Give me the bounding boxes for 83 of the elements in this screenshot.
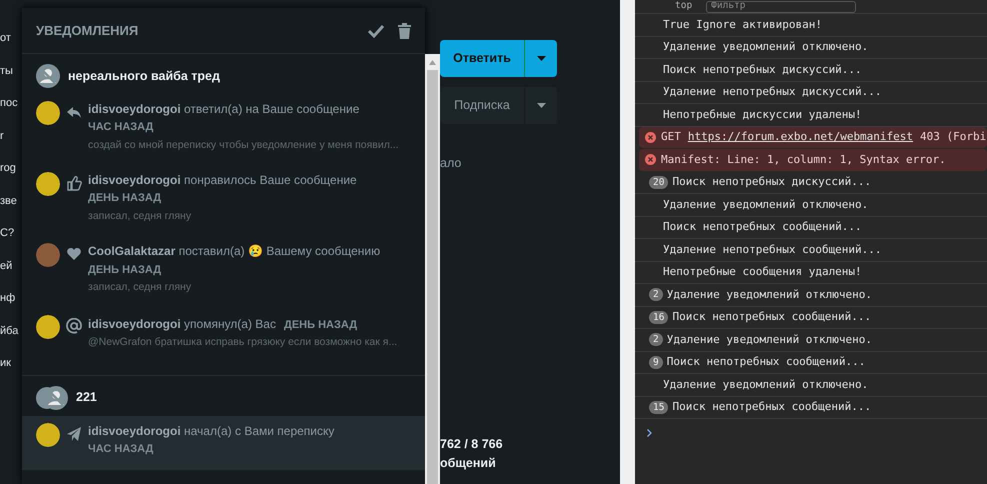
repeat-count-badge: 2 — [649, 288, 663, 302]
message-text: Непотребные сообщения удалены! — [663, 264, 862, 280]
notification-item[interactable]: idisvoeydorogoi начал(а) с Вами переписку ЧАС НАЗАД — [22, 416, 425, 470]
message-text: Поиск непотребных сообщений... — [672, 399, 872, 415]
thread-title[interactable]: 221 — [76, 388, 97, 407]
message-text: True Ignore активирован! — [663, 16, 822, 32]
url-link[interactable]: https://forum.exbo.net/webmanifest — [688, 129, 914, 146]
heart-icon — [66, 246, 82, 262]
checkmark-icon[interactable] — [368, 24, 384, 38]
reply-button[interactable]: Ответить — [440, 40, 524, 77]
page-text-fragment: r — [0, 128, 5, 144]
repeat-count-badge: 9 — [649, 356, 663, 369]
hidden-user-icon — [36, 64, 60, 88]
thread-title[interactable]: нереального вайба тред — [68, 66, 220, 86]
thumbs-up-icon — [66, 175, 82, 192]
error-icon — [645, 154, 656, 166]
message-text: Удаление уведомлений отключено. — [666, 286, 872, 302]
notification-text: CoolGalaktazar поставил(а) 😢 Вашему сообщению — [88, 243, 380, 260]
message-excerpt: записал, седня гляну — [88, 209, 192, 224]
message-text: Поиск непотребных сообщений... — [666, 354, 866, 370]
message-text: Удаление уведомлений отключено. — [663, 376, 868, 392]
page-text-fragment: ик — [0, 356, 12, 371]
context-selector[interactable]: top — [675, 0, 692, 14]
dropdown-caret-button[interactable] — [524, 40, 557, 77]
message-text: Удаление непотребных дискуссий... — [663, 84, 882, 100]
page-text-fragment: нф — [0, 291, 16, 306]
scroll-up-arrow-icon — [429, 60, 436, 65]
page-text-fragment: ты — [0, 64, 14, 78]
repeat-count-badge: 20 — [649, 176, 668, 189]
filter-field[interactable]: Фильтр — [706, 0, 856, 12]
message-text: Поиск непотребных дискуссий... — [663, 62, 862, 78]
time-label: ЧАС НАЗАД — [88, 442, 154, 457]
reply-arrow-icon — [66, 104, 82, 120]
notification-text: idisvoeydorogoi ответил(а) на Ваше сообщение — [88, 101, 360, 118]
message-text: Непотребные дискуссии удалены! — [663, 106, 862, 122]
repeat-count-badge: 15 — [649, 400, 668, 414]
message-text: Удаление непотребных сообщений... — [663, 242, 882, 258]
notification-text: idisvoeydorogoi понравилось Ваше сообщение — [88, 172, 357, 188]
trash-icon[interactable] — [398, 22, 411, 38]
page-text-fragment: от — [0, 31, 12, 46]
message-text: Поиск непотребных сообщений... — [672, 309, 872, 325]
message-text: Удаление уведомлений отключено. — [663, 39, 868, 55]
repeat-count-badge: 16 — [649, 310, 668, 324]
message-text: Удаление уведомлений отключено. — [666, 332, 872, 348]
message-text: Удаление уведомлений отключено. — [663, 196, 868, 212]
message-text: Поиск непотребных сообщений... — [663, 219, 862, 235]
time-label: ДЕНЬ НАЗАД — [88, 191, 162, 206]
paper-plane-icon — [66, 426, 82, 442]
message-text: Поиск непотребных дискуссий... — [672, 174, 872, 190]
page-text-fragment: rog — [0, 161, 17, 176]
scrollbar[interactable] — [425, 54, 440, 484]
notification-item[interactable]: idisvoeydorogoi упомянул(а) Вас ДЕНЬ НАЗАД @NewGrafon братишка исправь грязюку если возможно как я... — [22, 308, 425, 363]
subscribe-button[interactable]: Подписка — [440, 87, 524, 124]
message-text: GET — [661, 129, 681, 145]
message-text: 403 (Forbi — [920, 129, 986, 145]
message-count-label: общений — [440, 454, 497, 472]
message-excerpt: @NewGrafon братишка исправь грязюку если возможно как я... — [88, 335, 398, 350]
message-text: Manifest: Line: 1, column: 1, Syntax error. — [661, 152, 946, 168]
group-avatars-icon — [36, 386, 68, 410]
time-label: ДЕНЬ НАЗАД — [88, 262, 162, 278]
caret-icon — [536, 56, 546, 61]
panel-title: УВЕДОМЛЕНИЯ — [36, 22, 140, 40]
at-sign-icon — [66, 318, 82, 334]
page-text-fragment: зве — [0, 194, 18, 208]
caret-icon — [536, 102, 546, 108]
notification-text: idisvoeydorogoi упомянул(а) Вас — [88, 316, 276, 332]
repeat-count-badge: 2 — [649, 333, 663, 346]
notification-text: idisvoeydorogoi начал(а) с Вами переписку — [88, 422, 334, 439]
error-icon — [645, 132, 656, 143]
page-text-fragment: йба — [0, 324, 20, 338]
prompt-chevron-icon — [647, 428, 652, 437]
message-excerpt: создай со мной переписку чтобы уведомление у меня появил... — [88, 138, 399, 152]
time-label: ЧАС НАЗАД — [88, 120, 154, 136]
page-text-fragment: ало — [440, 155, 462, 172]
time-label: ДЕНЬ НАЗАД — [284, 318, 358, 332]
notification-item[interactable]: CoolGalaktazar поставил(а) 😢 Вашему сообщению ДЕНЬ НАЗАД записал, седня гляну — [22, 236, 425, 308]
page-text-fragment: С? — [0, 226, 16, 241]
page-text-fragment: пос — [0, 96, 19, 111]
notification-item[interactable]: idisvoeydorogoi ответил(а) на Ваше сообщение ЧАС НАЗАД создай со мной переписку чтобы уведомление у меня появил... — [22, 94, 425, 166]
message-excerpt: записал, седня гляну — [88, 280, 192, 295]
page-text-fragment: ей — [0, 258, 14, 274]
message-count: 762 / 8 766 — [440, 436, 504, 453]
notification-item[interactable]: idisvoeydorogoi понравилось Ваше сообщение ДЕНЬ НАЗАД записал, седня гляну — [22, 165, 425, 236]
